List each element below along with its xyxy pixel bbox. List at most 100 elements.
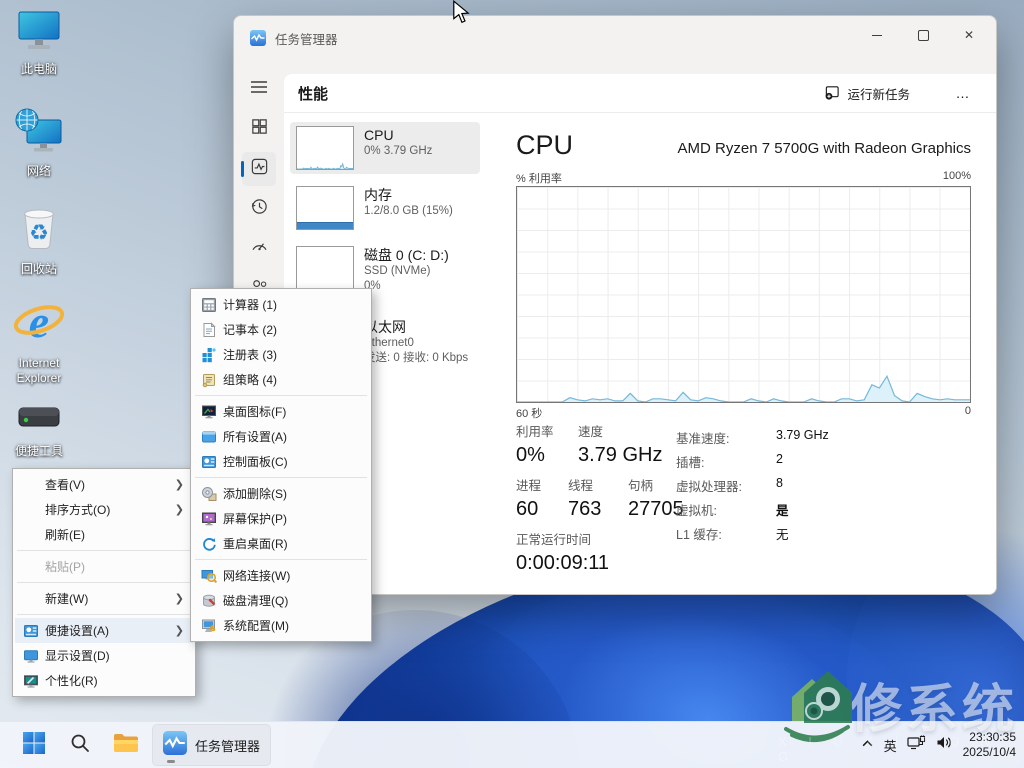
stat-label: 进程 [516, 479, 541, 494]
performance-pane: 性能 运行新任务 … CPU 0% 3.79 GHz [284, 74, 996, 594]
nav-processes[interactable] [242, 112, 276, 146]
item-title: CPU [364, 126, 432, 144]
start-button[interactable] [14, 725, 54, 765]
submenu-item-group-policy[interactable]: 组策略 (4) [193, 367, 369, 392]
spec-label: 基准速度: [676, 428, 776, 447]
stat-label: 正常运行时间 [516, 533, 609, 548]
tray-volume-icon[interactable] [936, 735, 953, 755]
tray-network-icon[interactable] [907, 735, 926, 756]
ime-language-indicator[interactable]: 英 [884, 736, 897, 755]
nav-performance[interactable] [242, 152, 276, 186]
submenu-arrow-icon: ❯ [175, 592, 184, 605]
screensaver-icon [201, 511, 223, 527]
cpu-detail-pane: CPU AMD Ryzen 7 5700G with Radeon Graphi… [516, 112, 971, 594]
nav-startup-apps[interactable] [242, 231, 276, 265]
submenu-item-all-settings[interactable]: 所有设置(A) [193, 424, 369, 449]
processes-icon [250, 117, 269, 141]
x-axis-right: 0 [965, 405, 971, 417]
cpu-mini-graph [296, 126, 354, 170]
menu-item-display-settings[interactable]: 显示设置(D) [15, 643, 193, 668]
item-sub: Ethernet0 [364, 336, 468, 351]
notepad-icon [201, 322, 223, 338]
control-panel-icon [201, 454, 223, 470]
desktop: 此电脑 网络 ♻ 回收站 e Internet Explorer 便捷工具 任务… [0, 0, 1024, 768]
close-icon: ✕ [964, 28, 974, 42]
stat-speed: 速度 3.79 GHz [578, 425, 662, 468]
stat-label: 线程 [568, 479, 601, 494]
desktop-icon-recycle-bin[interactable]: ♻ 回收站 [8, 204, 70, 277]
stat-value: 0:00:09:11 [516, 550, 609, 576]
submenu-item-system-configuration[interactable]: 系统配置(M) [193, 613, 369, 638]
hamburger-icon [250, 80, 268, 99]
file-explorer-button[interactable] [106, 725, 146, 765]
y-axis-max: 100% [943, 170, 971, 182]
tab-performance[interactable]: 性能 [298, 83, 328, 104]
menu-item-label: 控制面板(C) [223, 453, 361, 470]
submenu-item-desktop-icons[interactable]: 桌面图标(F) [193, 399, 369, 424]
display-settings-icon [23, 648, 45, 664]
submenu-item-registry[interactable]: 注册表 (3) [193, 342, 369, 367]
menu-item-label: 记事本 (2) [223, 321, 361, 338]
item-sub: 0% 3.79 GHz [364, 144, 432, 159]
spec-label: 插槽: [676, 452, 776, 471]
submenu-item-notepad[interactable]: 记事本 (2) [193, 317, 369, 342]
network-connections-icon [201, 568, 223, 584]
item-sub: 1.2/8.0 GB (15%) [364, 204, 453, 219]
menu-item-label: 磁盘清理(Q) [223, 592, 361, 609]
menu-item-refresh[interactable]: 刷新(E) [15, 522, 193, 547]
cpu-pane-title: CPU [516, 130, 573, 161]
submenu-item-disk-cleanup[interactable]: 磁盘清理(Q) [193, 588, 369, 613]
menu-item-label: 所有设置(A) [223, 428, 361, 445]
desktop-icon-internet-explorer[interactable]: e Internet Explorer [8, 296, 70, 386]
spec-label: L1 缓存: [676, 524, 776, 543]
menu-item-personalize[interactable]: 个性化(R) [15, 668, 193, 693]
desktop-icon-this-pc[interactable]: 此电脑 [8, 10, 70, 77]
hard-drive-icon [15, 400, 63, 441]
submenu-item-screensaver[interactable]: 屏幕保护(P) [193, 506, 369, 531]
tray-time: 23:30:35 [963, 730, 1016, 745]
stat-label: 利用率 [516, 425, 554, 440]
personalize-icon [23, 673, 45, 689]
menu-item-label: 刷新(E) [45, 526, 185, 543]
submenu-arrow-icon: ❯ [175, 503, 184, 516]
stat-value: 3.79 GHz [578, 442, 662, 468]
menu-item-label: 便捷设置(A) [45, 622, 185, 639]
submenu-item-calculator[interactable]: 计算器 (1) [193, 292, 369, 317]
tray-chevron-button[interactable] [861, 736, 874, 754]
menu-item-sort-by[interactable]: 排序方式(O)❯ [15, 497, 193, 522]
desktop-icon-network[interactable]: 网络 [8, 108, 70, 179]
perf-list-item-memory[interactable]: 内存 1.2/8.0 GB (15%) [290, 182, 480, 234]
menu-item-convenient-settings[interactable]: 便捷设置(A)❯ [15, 618, 193, 643]
task-manager-app-icon [250, 30, 266, 46]
submenu-item-network-connections[interactable]: 网络连接(W) [193, 563, 369, 588]
more-options-button[interactable]: … [948, 80, 978, 106]
desktop-icon-tools[interactable]: 便捷工具 [8, 400, 70, 459]
spec-label: 虚拟处理器: [676, 476, 776, 495]
calculator-icon [201, 297, 223, 313]
pane-header: 性能 运行新任务 … [284, 74, 996, 113]
desktop-icons-icon [201, 404, 223, 420]
maximize-button[interactable] [900, 16, 946, 54]
submenu-item-control-panel[interactable]: 控制面板(C) [193, 449, 369, 474]
menu-item-view[interactable]: 查看(V)❯ [15, 472, 193, 497]
menu-item-label: 系统配置(M) [223, 617, 361, 634]
title-bar[interactable]: 任务管理器 ✕ [234, 16, 996, 60]
submenu-arrow-icon: ❯ [175, 624, 184, 637]
cpu-utilization-graph[interactable] [516, 186, 971, 403]
taskbar-task-manager-button[interactable]: 任务管理器 [152, 724, 271, 766]
submenu-item-add-remove[interactable]: 添加删除(S) [193, 481, 369, 506]
navigation-menu-button[interactable] [242, 72, 276, 106]
close-button[interactable]: ✕ [946, 16, 992, 54]
menu-separator [195, 395, 367, 396]
scroll-icon [201, 372, 223, 388]
tray-clock[interactable]: 23:30:35 2025/10/4 [963, 730, 1016, 760]
nav-app-history[interactable] [242, 192, 276, 226]
perf-list-item-cpu[interactable]: CPU 0% 3.79 GHz [290, 122, 480, 174]
item-title: 内存 [364, 186, 453, 204]
run-new-task-button[interactable]: 运行新任务 [816, 80, 918, 106]
search-button[interactable] [60, 725, 100, 765]
menu-item-new[interactable]: 新建(W)❯ [15, 586, 193, 611]
taskbar-button-label: 任务管理器 [195, 736, 260, 755]
submenu-item-restart-desktop[interactable]: 重启桌面(R) [193, 531, 369, 556]
minimize-button[interactable] [854, 16, 900, 54]
